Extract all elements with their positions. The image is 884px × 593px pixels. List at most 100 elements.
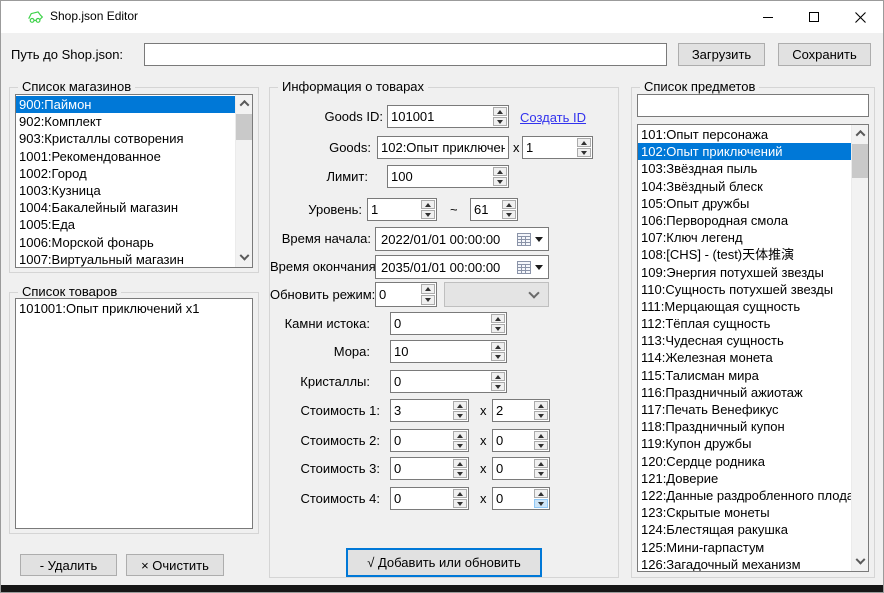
time-end-picker[interactable]: 2035/01/01 00:00:00	[375, 255, 549, 279]
spin-up-button[interactable]	[534, 459, 548, 468]
cost3-count-input[interactable]	[493, 458, 533, 479]
time-start-picker[interactable]: 2022/01/01 00:00:00	[375, 227, 549, 251]
spin-up-button[interactable]	[577, 138, 591, 147]
list-item[interactable]: 121:Доверие	[638, 470, 851, 487]
spin-up-button[interactable]	[453, 489, 467, 498]
list-item[interactable]: 117:Печать Венефикус	[638, 401, 851, 418]
delete-button[interactable]: - Удалить	[20, 554, 117, 576]
scroll-up-button[interactable]	[236, 95, 252, 112]
list-item[interactable]: 1003:Кузница	[16, 182, 235, 199]
list-item[interactable]: 1004:Бакалейный магазин	[16, 199, 235, 216]
list-item[interactable]: 902:Комплект	[16, 113, 235, 130]
cost4-id-input[interactable]	[391, 488, 452, 509]
spin-down-button[interactable]	[502, 210, 516, 219]
list-item[interactable]: 101001:Опыт приключений x1	[16, 300, 252, 317]
spin-up-button[interactable]	[453, 459, 467, 468]
spin-up-button[interactable]	[534, 431, 548, 440]
spin-up-button[interactable]	[491, 314, 505, 323]
list-item[interactable]: 106:Первородная смола	[638, 212, 851, 229]
goods-input[interactable]	[377, 136, 509, 159]
scroll-thumb[interactable]	[852, 144, 868, 178]
refresh-mode-dropdown[interactable]	[444, 282, 549, 307]
spin-down-button[interactable]	[491, 382, 505, 391]
spin-down-button[interactable]	[534, 441, 548, 450]
create-id-link[interactable]: Создать ID	[520, 107, 586, 129]
spin-down-button[interactable]	[453, 411, 467, 420]
items-scrollbar[interactable]	[851, 125, 868, 571]
list-item[interactable]: 104:Звёздный блеск	[638, 178, 851, 195]
list-item[interactable]: 126:Загадочный механизм	[638, 556, 851, 571]
goods-id-input[interactable]	[388, 106, 492, 127]
shops-scrollbar[interactable]	[235, 95, 252, 267]
spin-up-button[interactable]	[491, 342, 505, 351]
crystal-input[interactable]	[391, 371, 490, 392]
cost1-id-input[interactable]	[391, 400, 452, 421]
save-button[interactable]: Сохранить	[778, 43, 871, 66]
scroll-track[interactable]	[852, 142, 868, 554]
limit-input[interactable]	[388, 166, 492, 187]
load-button[interactable]: Загрузить	[678, 43, 765, 66]
clear-button[interactable]: × Очистить	[126, 554, 224, 576]
spin-down-button[interactable]	[493, 177, 507, 186]
path-input[interactable]	[144, 43, 667, 66]
spin-up-button[interactable]	[493, 167, 507, 176]
list-item[interactable]: 111:Мерцающая сущность	[638, 298, 851, 315]
list-item[interactable]: 112:Тёплая сущность	[638, 315, 851, 332]
spin-down-button[interactable]	[421, 210, 435, 219]
spin-down-button[interactable]	[491, 352, 505, 361]
cost1-count-input[interactable]	[493, 400, 533, 421]
list-item[interactable]: 103:Звёздная пыль	[638, 160, 851, 177]
cost2-id-input[interactable]	[391, 430, 452, 451]
list-item[interactable]: 116:Праздничный ажиотаж	[638, 384, 851, 401]
cost3-id-input[interactable]	[391, 458, 452, 479]
list-item[interactable]: 118:Праздничный купон	[638, 418, 851, 435]
list-item[interactable]: 107:Ключ легенд	[638, 229, 851, 246]
scroll-down-button[interactable]	[852, 554, 868, 571]
spin-up-button[interactable]	[453, 401, 467, 410]
minimize-button[interactable]	[745, 1, 791, 33]
list-item[interactable]: 122:Данные раздробленного плода	[638, 487, 851, 504]
list-item[interactable]: 110:Сущность потухшей звезды	[638, 281, 851, 298]
spin-down-button[interactable]	[453, 441, 467, 450]
list-item[interactable]: 1006:Морской фонарь	[16, 234, 235, 251]
maximize-button[interactable]	[791, 1, 837, 33]
level-min-input[interactable]	[368, 199, 420, 220]
list-item[interactable]: 108:[CHS] - (test)天体推演	[638, 246, 851, 263]
list-item[interactable]: 1007:Виртуальный магазин	[16, 251, 235, 267]
goods-count-input[interactable]	[523, 137, 576, 158]
spin-down-button[interactable]	[577, 148, 591, 157]
spin-up-button[interactable]	[421, 284, 435, 294]
spin-up-button[interactable]	[534, 401, 548, 410]
cost4-count-input[interactable]	[493, 488, 533, 509]
scroll-track[interactable]	[236, 112, 252, 250]
spin-down-button[interactable]	[453, 469, 467, 478]
spin-up-button[interactable]	[453, 431, 467, 440]
refresh-mode-input[interactable]	[376, 283, 420, 306]
close-button[interactable]	[837, 1, 883, 33]
spin-down-button[interactable]	[493, 117, 507, 126]
list-item[interactable]: 1002:Город	[16, 165, 235, 182]
list-item[interactable]: 123:Скрытые монеты	[638, 504, 851, 521]
list-item[interactable]: 124:Блестящая ракушка	[638, 521, 851, 538]
spin-down-button[interactable]	[534, 499, 548, 508]
spin-down-button[interactable]	[491, 324, 505, 333]
scroll-up-button[interactable]	[852, 125, 868, 142]
spin-up-button[interactable]	[502, 200, 516, 209]
scroll-down-button[interactable]	[236, 250, 252, 267]
primogem-input[interactable]	[391, 313, 490, 334]
add-or-update-button[interactable]: √ Добавить или обновить	[346, 548, 542, 577]
list-item[interactable]: 1001:Рекомендованное	[16, 148, 235, 165]
spin-down-button[interactable]	[453, 499, 467, 508]
spin-down-button[interactable]	[534, 411, 548, 420]
list-item[interactable]: 102:Опыт приключений	[638, 143, 851, 160]
list-item[interactable]: 120:Сердце родника	[638, 453, 851, 470]
spin-up-button[interactable]	[534, 489, 548, 498]
list-item[interactable]: 119:Купон дружбы	[638, 435, 851, 452]
list-item[interactable]: 125:Мини-гарпастум	[638, 539, 851, 556]
list-item[interactable]: 113:Чудесная сущность	[638, 332, 851, 349]
list-item[interactable]: 101:Опыт персонажа	[638, 126, 851, 143]
items-search-input[interactable]	[637, 94, 869, 117]
list-item[interactable]: 105:Опыт дружбы	[638, 195, 851, 212]
spin-down-button[interactable]	[534, 469, 548, 478]
list-item[interactable]: 109:Энергия потухшей звезды	[638, 264, 851, 281]
